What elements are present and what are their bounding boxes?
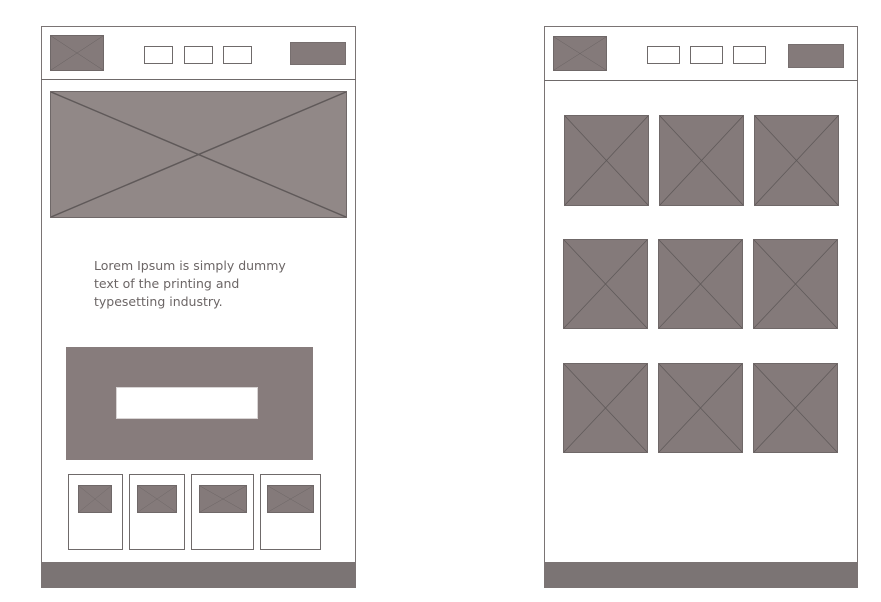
image-placeholder-icon [200, 486, 246, 512]
image-placeholder-icon [660, 116, 743, 205]
header-cta-button[interactable] [788, 44, 844, 68]
image-placeholder-icon [754, 240, 837, 328]
image-placeholder-icon [754, 364, 837, 452]
card-image-placeholder [137, 485, 177, 513]
header-divider [41, 79, 356, 80]
nav-link-1[interactable] [647, 46, 680, 64]
nav-link-1[interactable] [144, 46, 173, 64]
card-image-placeholder [199, 485, 247, 513]
gallery-image-placeholder[interactable] [658, 239, 743, 329]
logo-placeholder[interactable] [553, 36, 607, 71]
hero-image-placeholder [50, 91, 347, 218]
body-text: Lorem Ipsum is simply dummy text of the … [94, 258, 286, 309]
nav-link-2[interactable] [690, 46, 723, 64]
image-placeholder-icon [755, 116, 838, 205]
image-placeholder-icon [659, 240, 742, 328]
image-placeholder-icon [659, 364, 742, 452]
image-placeholder-icon [79, 486, 111, 512]
banner-input-field[interactable] [116, 387, 258, 419]
image-placeholder-icon [51, 92, 346, 217]
footer-bar [41, 562, 356, 588]
header-divider [544, 80, 858, 81]
nav-link-2[interactable] [184, 46, 213, 64]
card-image-placeholder [267, 485, 314, 513]
nav-link-3[interactable] [223, 46, 252, 64]
image-placeholder-icon [564, 364, 647, 452]
image-placeholder-icon [564, 240, 647, 328]
nav-link-3[interactable] [733, 46, 766, 64]
image-placeholder-icon [565, 116, 648, 205]
gallery-image-placeholder[interactable] [564, 115, 649, 206]
footer-bar [544, 562, 858, 588]
gallery-image-placeholder[interactable] [563, 363, 648, 453]
image-placeholder-icon [138, 486, 176, 512]
gallery-image-placeholder[interactable] [753, 239, 838, 329]
logo-placeholder[interactable] [50, 35, 104, 71]
gallery-image-placeholder[interactable] [754, 115, 839, 206]
card-image-placeholder [78, 485, 112, 513]
image-placeholder-icon [554, 37, 606, 70]
gallery-image-placeholder[interactable] [563, 239, 648, 329]
image-placeholder-icon [51, 36, 103, 70]
gallery-image-placeholder[interactable] [753, 363, 838, 453]
header-cta-button[interactable] [290, 42, 346, 65]
gallery-image-placeholder[interactable] [659, 115, 744, 206]
gallery-image-placeholder[interactable] [658, 363, 743, 453]
image-placeholder-icon [268, 486, 313, 512]
wireframe-canvas: Lorem Ipsum is simply dummy text of the … [0, 0, 881, 602]
